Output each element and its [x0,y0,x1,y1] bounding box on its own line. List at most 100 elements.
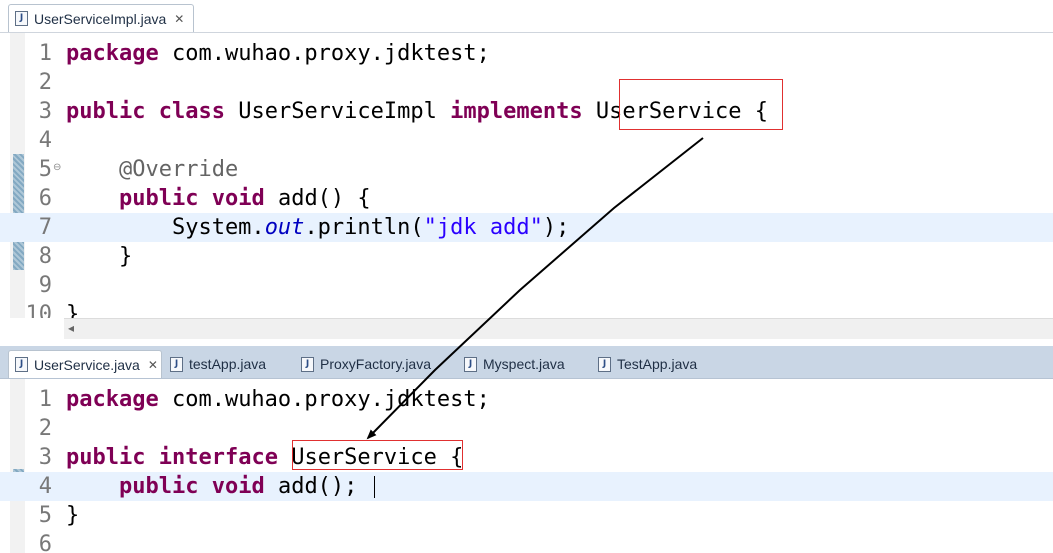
code-text: public void add(); [66,472,357,501]
highlight-box-interface-userservice [292,440,463,470]
line-number: 1 [38,387,52,412]
tab-testapp-java[interactable]: J testApp.java [164,350,266,378]
code-token: add() { [264,186,371,211]
code-line[interactable]: 8 } [0,242,1053,271]
code-token: } [66,503,80,528]
close-icon[interactable]: ✕ [148,358,158,372]
tab-proxyfactory-java[interactable]: J ProxyFactory.java [295,350,431,378]
code-line[interactable]: 3 public class UserServiceImpl implements… [0,97,1053,126]
code-line[interactable]: 5} [0,501,1053,530]
highlight-box-implements-userservice [619,79,783,130]
tab-testapp-java-2[interactable]: J TestApp.java [592,350,697,378]
top-editor-pane: J UserServiceImpl.java ✕ 1 package com.wu… [0,0,1053,340]
code-text: System.out.println("jdk add"); [66,213,569,242]
line-number: 3 [38,99,52,124]
code-text: package com.wuhao.proxy.jdktest; [66,385,490,414]
code-line[interactable]: 3 public interface UserService { [0,443,1053,472]
code-token: public [118,474,199,499]
code-token: com.wuhao.proxy.jdktest; [158,387,490,412]
code-text: public void add() { [66,184,371,213]
code-line[interactable]: 9 [0,271,1053,300]
code-line[interactable]: 5 ⊖ @Override [0,155,1053,184]
top-code-editor[interactable]: 1 package com.wuhao.proxy.jdktest; 2 3 publi… [0,33,1053,318]
code-token: "jdk add" [423,215,543,240]
code-line[interactable]: 4 [0,126,1053,155]
line-number: 10 [25,302,53,318]
line-number: 8 [38,244,52,269]
line-number: 4 [38,474,52,499]
code-token: package [66,41,159,66]
code-token: out [264,215,305,240]
code-token: } [66,302,80,318]
bottom-editor-pane: J UserService.java ✕ J testApp.java J Pr… [0,346,1053,553]
line-number: 3 [38,445,52,470]
java-file-icon: J [301,356,314,372]
code-token: package [66,387,159,412]
code-token: ); [542,215,570,240]
code-text: } [66,300,79,318]
line-number: 6 [38,532,52,553]
code-token: .println( [304,215,424,240]
line-number: 2 [38,70,52,95]
text-caret [374,476,375,498]
code-line[interactable]: 10} [0,300,1053,318]
code-line[interactable]: 1 package com.wuhao.proxy.jdktest; [0,385,1053,414]
tab-label: ProxyFactory.java [320,356,431,372]
line-number: 1 [38,41,52,66]
code-text: } [66,501,79,530]
tab-label: UserServiceImpl.java [34,10,167,27]
bottom-code-editor[interactable]: 1 package com.wuhao.proxy.jdktest; 2 3 publi… [0,379,1053,553]
line-number: 5 [38,503,52,528]
code-line[interactable]: 1 package com.wuhao.proxy.jdktest; [0,39,1053,68]
code-token: System. [66,215,265,240]
tab-label: testApp.java [189,356,267,372]
bottom-editor-tab-bar: J UserService.java ✕ J testApp.java J Pr… [0,346,1053,379]
code-token: class [158,99,225,124]
code-token: com.wuhao.proxy.jdktest; [158,41,490,66]
line-number: 7 [38,215,52,240]
tab-label: TestApp.java [617,356,698,372]
code-token: void [211,474,265,499]
tab-userservice-java[interactable]: J UserService.java ✕ [8,350,162,378]
code-token: @Override [118,157,239,182]
scroll-left-arrow-icon[interactable]: ◂ [68,321,74,335]
code-token: public [66,445,146,470]
code-token: public [66,99,146,124]
code-token: void [211,186,265,211]
code-line[interactable]: 2 [0,68,1053,97]
tab-myspect-java[interactable]: J Myspect.java [458,350,565,378]
code-token: implements [450,99,583,124]
close-icon[interactable]: ✕ [174,12,184,26]
line-number: 4 [38,128,52,153]
java-file-icon: J [464,356,477,372]
code-line[interactable]: 6 [0,530,1053,553]
code-token: } [66,244,133,269]
code-line[interactable]: 6 public void add() { [0,184,1053,213]
code-text: } [66,242,132,271]
code-text: @Override [66,155,238,184]
code-line[interactable]: 2 [0,414,1053,443]
line-number: 5 [38,157,52,182]
horizontal-scrollbar[interactable]: ◂ [64,318,1053,339]
code-line[interactable]: 4 public void add(); [0,472,1053,501]
java-file-icon: J [15,357,28,372]
code-token: public [118,186,199,211]
line-number: 6 [38,186,52,211]
tab-userserviceimpl-java[interactable]: J UserServiceImpl.java ✕ [8,4,194,32]
code-line[interactable]: 7 System.out.println("jdk add"); [0,213,1053,242]
fold-toggle-icon[interactable]: ⊖ [53,163,61,173]
top-editor-tab-bar: J UserServiceImpl.java ✕ [0,0,1053,33]
java-file-icon: J [15,11,28,26]
java-file-icon: J [598,356,611,372]
line-number: 2 [38,416,52,441]
code-token: interface [158,445,278,470]
code-text: package com.wuhao.proxy.jdktest; [66,39,490,68]
java-file-icon: J [170,356,183,372]
tab-label: UserService.java [34,356,140,373]
